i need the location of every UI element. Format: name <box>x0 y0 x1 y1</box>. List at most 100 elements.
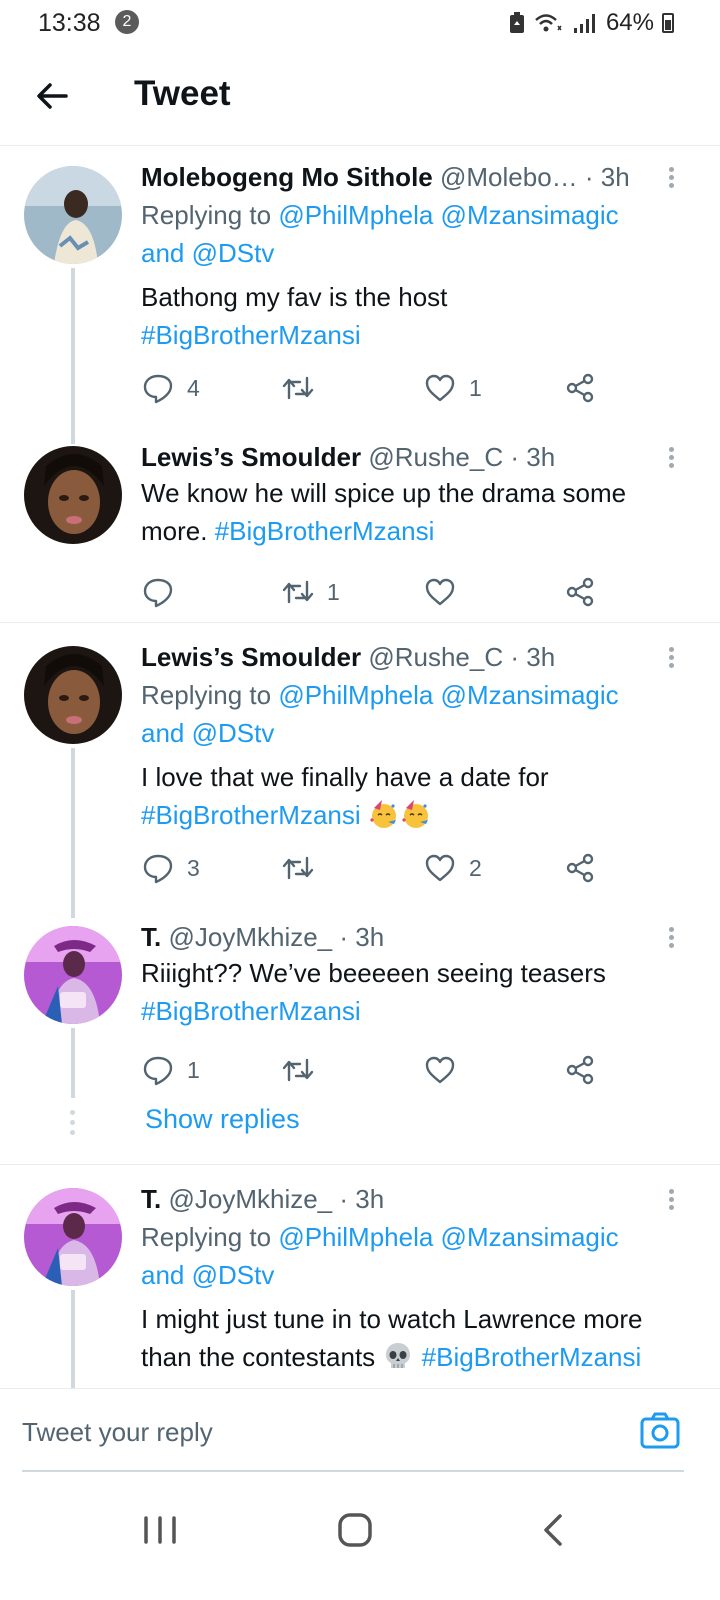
author-name[interactable]: T. <box>141 922 161 952</box>
tweet-content: Lewis’s Smoulder @Rushe_C · 3h We know h… <box>141 440 696 622</box>
share-icon <box>566 853 594 883</box>
author-name[interactable]: Lewis’s Smoulder <box>141 442 361 472</box>
like-button[interactable] <box>423 572 469 612</box>
avatar[interactable] <box>24 166 122 264</box>
tweet-text: I might just tune in to watch Lawrence m… <box>141 1300 696 1376</box>
hashtag-link[interactable]: #BigBrotherMzansi <box>141 320 361 350</box>
thread-line <box>71 748 75 918</box>
reply-icon <box>143 578 173 608</box>
signal-icon <box>573 14 595 33</box>
reply-icon <box>143 854 173 884</box>
and-label[interactable]: and <box>141 1260 184 1290</box>
battery-icon <box>662 13 674 33</box>
thread-line <box>71 268 75 444</box>
tweet-header: Molebogeng Mo Sithole @Molebo… · 3h <box>141 160 696 194</box>
retweet-button[interactable]: 1 <box>281 572 340 612</box>
more-options-icon[interactable] <box>666 1186 676 1214</box>
and-label[interactable]: and <box>141 718 184 748</box>
mention-link[interactable]: @DStv <box>192 238 275 268</box>
like-button[interactable]: 2 <box>423 848 482 888</box>
reply-count: 3 <box>187 854 200 881</box>
retweet-button[interactable] <box>281 368 327 408</box>
more-options-icon[interactable] <box>666 924 676 952</box>
tweet-body: Bathong my fav is the host <box>141 282 448 312</box>
tweet-header: Lewis’s Smoulder @Rushe_C · 3h <box>141 440 696 474</box>
tweet-header: T. @JoyMkhize_ · 3h <box>141 920 696 954</box>
tweet-actions: 1 <box>141 572 696 622</box>
hashtag-link[interactable]: #BigBrotherMzansi <box>141 996 361 1026</box>
divider <box>0 622 720 623</box>
thread-line <box>71 1028 75 1098</box>
tweet-body: Riiight?? We’ve beeeeen seeing teasers <box>141 958 606 988</box>
retweet-button[interactable] <box>281 848 327 888</box>
recent-apps-icon[interactable] <box>140 1510 180 1550</box>
author-handle-time: @Molebo… · 3h <box>440 162 630 192</box>
status-icons: 64% <box>508 9 674 37</box>
retweet-count: 1 <box>327 578 340 605</box>
avatar[interactable] <box>24 1188 122 1286</box>
android-navigation-bar <box>0 1490 720 1600</box>
reply-button[interactable]: 1 <box>141 1050 200 1090</box>
tweet-content: Molebogeng Mo Sithole @Molebo… · 3h Repl… <box>141 160 696 418</box>
reply-composer[interactable]: Tweet your reply <box>0 1388 720 1472</box>
reply-input[interactable]: Tweet your reply <box>22 1417 213 1448</box>
avatar[interactable] <box>24 926 122 1024</box>
reply-button[interactable]: 3 <box>141 848 200 888</box>
share-icon <box>566 373 594 403</box>
author-name[interactable]: Lewis’s Smoulder <box>141 642 361 672</box>
back-nav-icon[interactable] <box>534 1510 574 1550</box>
tweet-actions: 3 2 <box>141 848 696 898</box>
hashtag-link[interactable]: #BigBrotherMzansi <box>215 516 435 546</box>
author-name[interactable]: Molebogeng Mo Sithole <box>141 162 433 192</box>
back-arrow-icon[interactable] <box>30 74 74 118</box>
mention-link[interactable]: @PhilMphela @Mzansimagic <box>278 680 618 710</box>
share-button[interactable] <box>563 572 597 612</box>
mention-link[interactable]: @PhilMphela @Mzansimagic <box>278 1222 618 1252</box>
replying-to: Replying to @PhilMphela @Mzansimagic and… <box>141 676 696 752</box>
tweet-content: T. @JoyMkhize_ · 3h Replying to @PhilMph… <box>141 1182 696 1376</box>
retweet-button[interactable] <box>281 1050 327 1090</box>
share-button[interactable] <box>563 368 597 408</box>
tweet-text: I love that we finally have a date for #… <box>141 758 696 834</box>
reply-button[interactable] <box>141 572 187 612</box>
tweet-actions: 4 1 <box>141 368 696 418</box>
like-button[interactable]: 1 <box>423 368 482 408</box>
retweet-icon <box>282 856 314 880</box>
wifi-icon <box>535 14 562 32</box>
thread-line <box>71 1290 75 1388</box>
share-icon <box>566 577 594 607</box>
more-options-icon[interactable] <box>666 644 676 672</box>
retweet-icon <box>282 580 314 604</box>
share-button[interactable] <box>563 1050 597 1090</box>
author-handle-time: @JoyMkhize_ · 3h <box>168 1184 385 1214</box>
author-handle-time: @Rushe_C · 3h <box>368 642 556 672</box>
replying-to: Replying to @PhilMphela @Mzansimagic and… <box>141 1218 696 1294</box>
mention-link[interactable]: @DStv <box>192 1260 275 1290</box>
more-options-icon[interactable] <box>666 444 676 472</box>
divider <box>0 1164 720 1165</box>
mention-link[interactable]: @DStv <box>192 718 275 748</box>
and-label[interactable]: and <box>141 238 184 268</box>
tweet-content: Lewis’s Smoulder @Rushe_C · 3h Replying … <box>141 640 696 898</box>
mention-link[interactable]: @PhilMphela @Mzansimagic <box>278 200 618 230</box>
share-icon <box>566 1055 594 1085</box>
share-button[interactable] <box>563 848 597 888</box>
camera-icon[interactable] <box>638 1409 682 1453</box>
tweet-content: T. @JoyMkhize_ · 3h Riiight?? We’ve beee… <box>141 920 696 1100</box>
tweet-text: Bathong my fav is the host #BigBrotherMz… <box>141 278 696 354</box>
hashtag-link[interactable]: #BigBrotherMzansi <box>422 1342 642 1372</box>
avatar[interactable] <box>24 646 122 744</box>
like-button[interactable] <box>423 1050 469 1090</box>
show-replies-link[interactable]: Show replies <box>145 1104 300 1135</box>
tweet-header: T. @JoyMkhize_ · 3h <box>141 1182 696 1216</box>
more-options-icon[interactable] <box>666 164 676 192</box>
author-name[interactable]: T. <box>141 1184 161 1214</box>
replying-to-label: Replying to <box>141 1222 272 1252</box>
reply-button[interactable]: 4 <box>141 368 200 408</box>
replying-to-label: Replying to <box>141 200 272 230</box>
avatar[interactable] <box>24 446 122 544</box>
home-icon[interactable] <box>336 1510 376 1550</box>
hashtag-link[interactable]: #BigBrotherMzansi <box>141 800 361 830</box>
retweet-icon <box>282 1058 314 1082</box>
partying-face-emoji-icon <box>402 800 428 828</box>
